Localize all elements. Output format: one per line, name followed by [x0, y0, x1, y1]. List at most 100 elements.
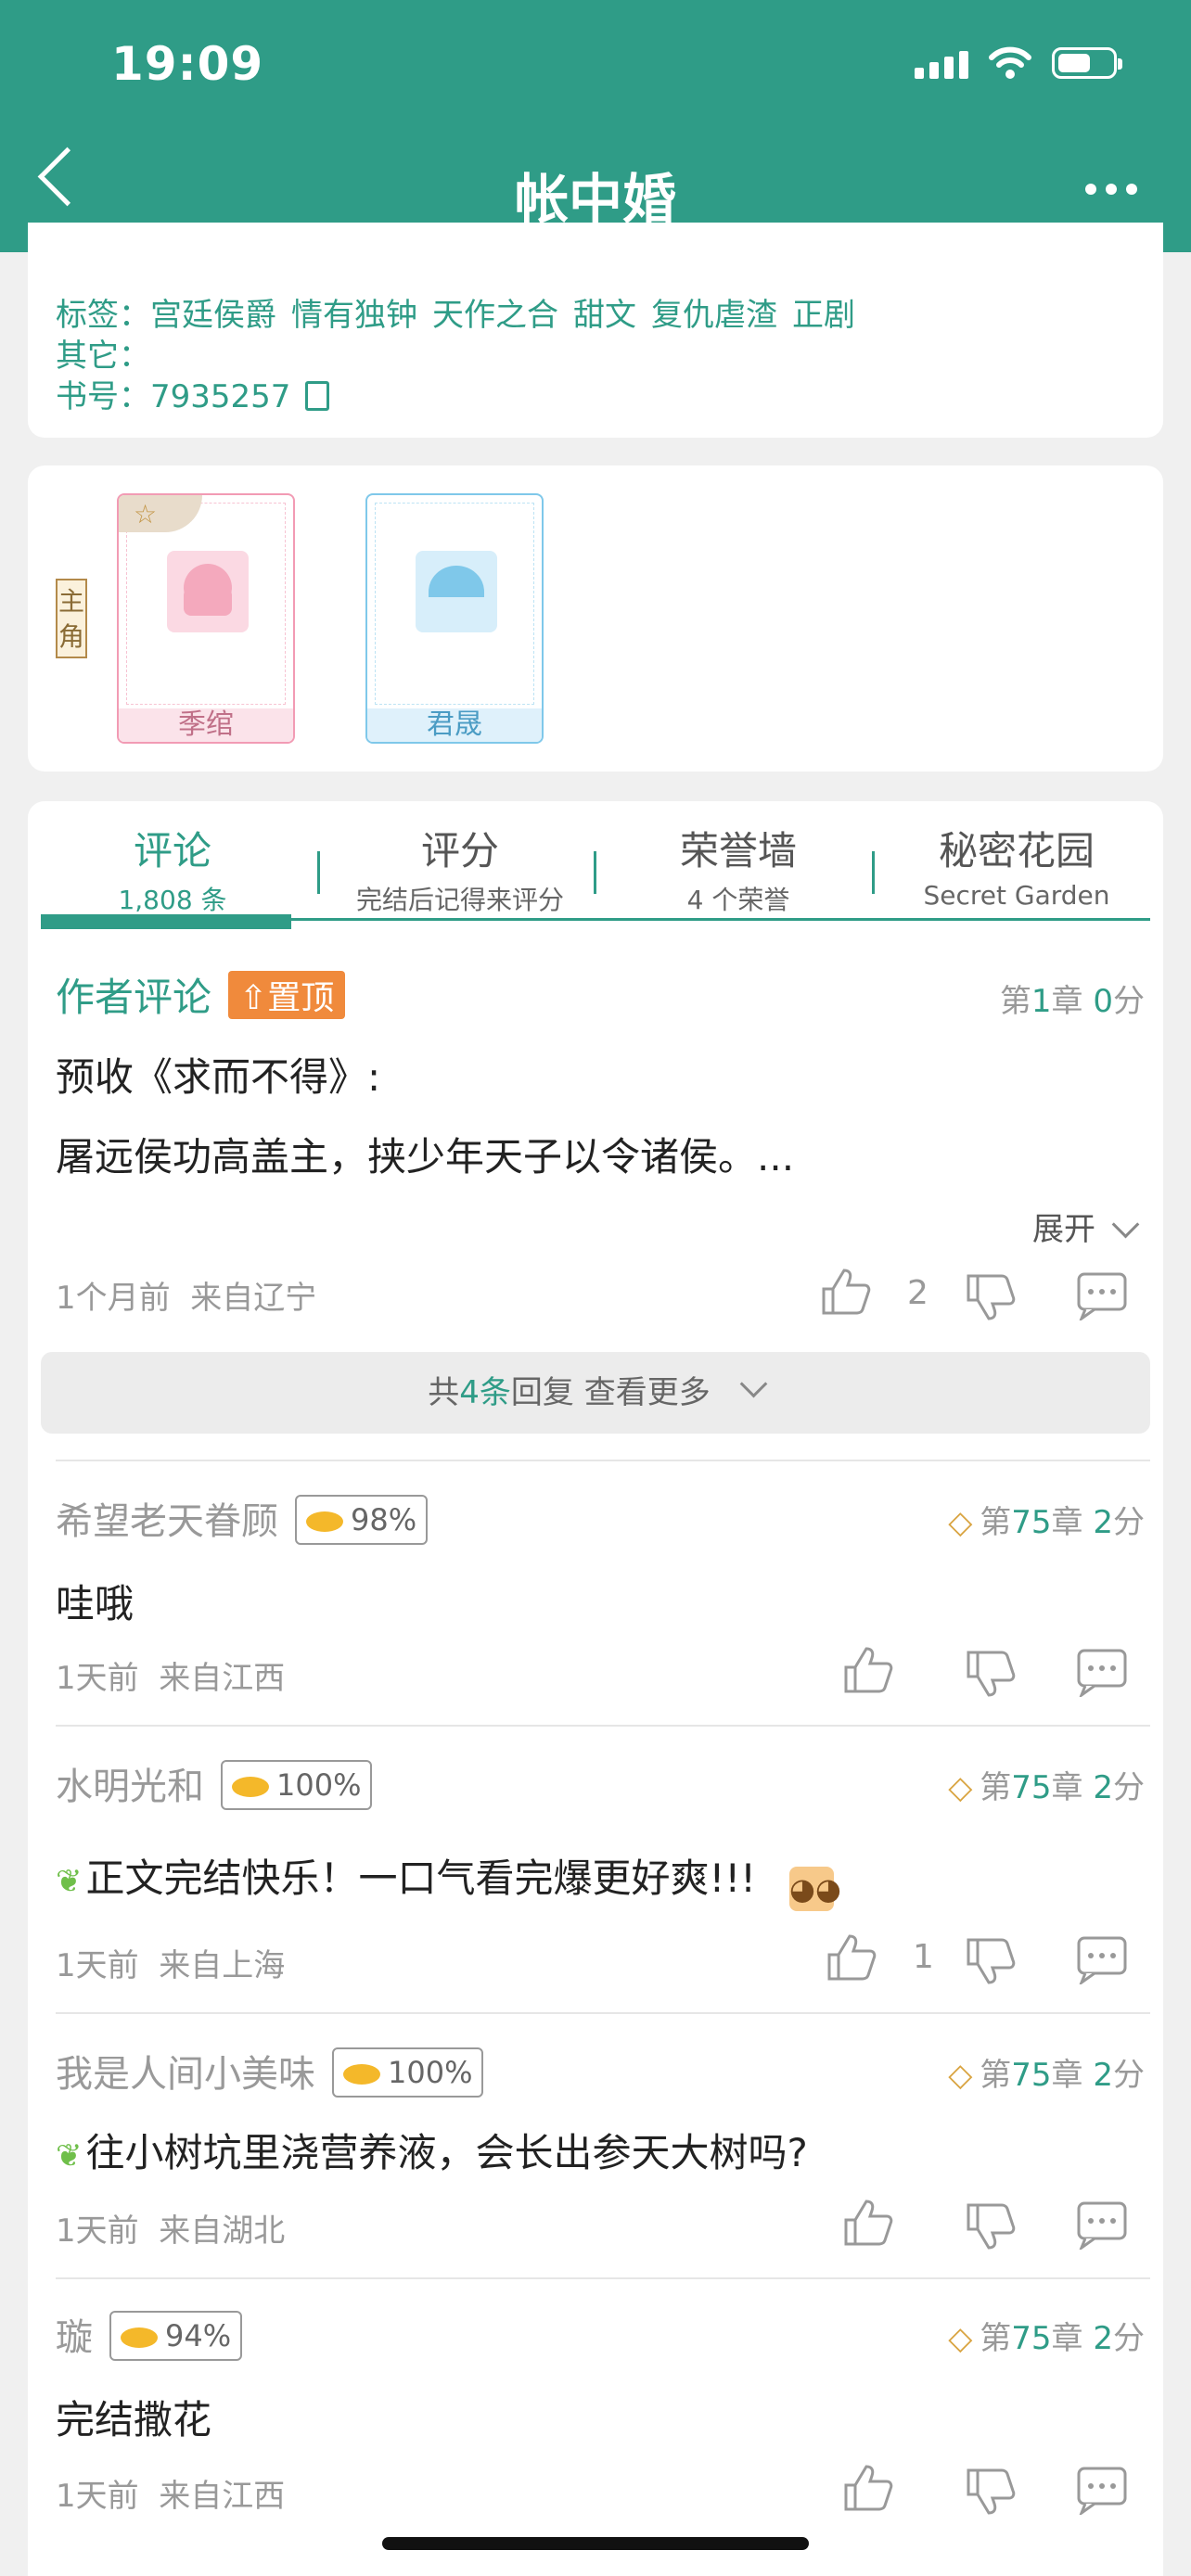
book-number-label: 书号：	[56, 378, 150, 415]
tag-item[interactable]: 正剧	[792, 297, 855, 334]
like-count: 2	[907, 1274, 928, 1312]
chapter-score: ◇ 第75章 2分	[948, 2057, 1145, 2094]
like-count: 1	[913, 1938, 934, 1976]
reply-icon[interactable]	[1076, 1934, 1128, 1984]
chapter-score: ◇ 第75章 2分	[948, 1504, 1145, 1541]
tab-comments[interactable]: 评论 1,808 条	[33, 820, 312, 917]
vip-icon: ◇	[948, 2057, 973, 2094]
sprout-icon: ❦	[56, 2137, 83, 2174]
other-label: 其它：	[56, 338, 150, 375]
reply-icon[interactable]	[1076, 2200, 1128, 2250]
character-name: 季绾	[119, 708, 293, 742]
username[interactable]: 璇	[56, 2316, 93, 2359]
reply-icon[interactable]	[1076, 1647, 1128, 1697]
comment-meta: 1个月前 来自辽宁	[56, 1280, 317, 1317]
star-icon: ☆	[134, 499, 158, 529]
tag-item[interactable]: 甜文	[573, 297, 636, 334]
tab-active-indicator	[41, 914, 291, 929]
comment-text: 哇哦	[56, 1581, 134, 1626]
view-more-replies-button[interactable]: 共4条回复 查看更多	[41, 1352, 1150, 1434]
vip-icon: ◇	[948, 1504, 973, 1541]
emoji-icon: ◕◕	[789, 1867, 841, 1911]
comment-header: 希望老天眷顾 98%	[56, 1491, 429, 1545]
character-card[interactable]: ☆ 季绾	[117, 493, 295, 744]
dislike-icon[interactable]	[965, 1936, 1017, 1986]
comment-text: 完结撒花	[56, 2397, 212, 2442]
gold-badge: 100%	[221, 1760, 373, 1810]
comment-header: 璇 94%	[56, 2307, 243, 2361]
comment-tabs: 评论 1,808 条 评分 完结后记得来评分 荣誉墙 4 个荣誉 秘密花园 Secret…	[41, 810, 1163, 915]
battery-icon	[1052, 47, 1122, 79]
gold-badge: 94%	[109, 2311, 243, 2361]
tags-label: 标签：	[56, 297, 150, 334]
like-icon[interactable]	[826, 1932, 877, 1983]
comment-meta: 1天前 来自江西	[56, 2478, 286, 2515]
author-comment-header: 作者评论 ⇧置顶	[56, 966, 346, 1023]
tags-row: 标签：宫廷侯爵 情有独钟 天作之合 甜文 复仇虐渣 正剧	[56, 289, 870, 335]
comment-text: 屠远侯功高盖主，挟少年天子以令诸侯。...	[56, 1134, 795, 1180]
gold-ingot-icon	[343, 2064, 380, 2085]
chapter-score: 第1章 0分	[999, 983, 1145, 1020]
more-options-button[interactable]	[1085, 184, 1137, 195]
tab-honor-wall[interactable]: 荣誉墙 4 个荣誉	[599, 820, 877, 917]
pinned-badge: ⇧置顶	[228, 971, 346, 1019]
chevron-down-icon	[1111, 1210, 1140, 1239]
cellular-signal-icon	[915, 47, 968, 79]
comment-header: 水明光和 100%	[56, 1756, 373, 1810]
dislike-icon[interactable]	[965, 2201, 1017, 2251]
tag-item[interactable]: 宫廷侯爵	[150, 297, 276, 334]
username[interactable]: 水明光和	[56, 1766, 204, 1808]
tag-item[interactable]: 情有独钟	[291, 297, 417, 334]
chapter-score: ◇ 第75章 2分	[948, 2320, 1145, 2357]
comment-text: 预收《求而不得》:	[56, 1054, 381, 1100]
expand-button[interactable]: 展开	[1032, 1204, 1140, 1249]
like-icon[interactable]	[820, 1267, 872, 1317]
character-name: 君晟	[367, 708, 542, 742]
dislike-icon[interactable]	[965, 2467, 1017, 2517]
comment-meta: 1天前 来自上海	[56, 1947, 286, 1984]
gold-badge: 100%	[332, 2047, 484, 2098]
comments-card: 评论 1,808 条 评分 完结后记得来评分 荣誉墙 4 个荣誉 秘密花园 Secret…	[28, 801, 1163, 2576]
like-icon[interactable]	[842, 2463, 894, 2513]
gold-ingot-icon	[121, 2327, 158, 2348]
role-tag: 主角	[56, 579, 87, 658]
home-indicator	[382, 2537, 809, 2550]
app-header: 19:09 帐中婚	[0, 0, 1191, 252]
reply-icon[interactable]	[1076, 2465, 1128, 2515]
tab-ratings[interactable]: 评分 完结后记得来评分	[321, 820, 599, 917]
book-number-row: 书号：7935257	[56, 371, 330, 416]
vip-icon: ◇	[948, 1769, 973, 1806]
comment-meta: 1天前 来自湖北	[56, 2213, 286, 2250]
reply-icon[interactable]	[1076, 1270, 1128, 1320]
tag-item[interactable]: 复仇虐渣	[651, 297, 777, 334]
comment-text: ❦往小树坑里浇营养液，会长出参天大树吗?	[56, 2130, 808, 2175]
chapter-score: ◇ 第75章 2分	[948, 1769, 1145, 1806]
avatar	[416, 551, 497, 632]
status-time: 19:09	[111, 37, 264, 91]
comment-header: 我是人间小美味 100%	[56, 2044, 484, 2098]
tab-secret-garden[interactable]: 秘密花园 Secret Garden	[877, 820, 1156, 911]
book-number: 7935257	[150, 378, 291, 415]
like-icon[interactable]	[842, 1645, 894, 1695]
comment-text: ❦正文完结快乐！一口气看完爆更好爽!!! ◕◕	[56, 1847, 841, 1911]
characters-card: 主角 ☆ 季绾 君晟	[28, 465, 1163, 772]
gold-ingot-icon	[306, 1511, 343, 1532]
gold-badge: 98%	[295, 1495, 429, 1545]
vip-icon: ◇	[948, 2320, 973, 2357]
comment-meta: 1天前 来自江西	[56, 1660, 286, 1697]
like-icon[interactable]	[842, 2198, 894, 2248]
avatar	[167, 551, 249, 632]
character-card[interactable]: 君晟	[365, 493, 544, 744]
status-icons	[915, 46, 1122, 80]
dislike-icon[interactable]	[965, 1272, 1017, 1322]
book-info-card: 标签：宫廷侯爵 情有独钟 天作之合 甜文 复仇虐渣 正剧 其它： 书号：7935257	[28, 223, 1163, 438]
copy-icon[interactable]	[305, 381, 330, 411]
username[interactable]: 我是人间小美味	[56, 2053, 315, 2096]
wifi-icon	[989, 46, 1031, 79]
double-chevron-down-icon	[739, 1370, 768, 1398]
username[interactable]: 希望老天眷顾	[56, 1500, 278, 1543]
gold-ingot-icon	[232, 1777, 269, 1797]
dislike-icon[interactable]	[965, 1649, 1017, 1699]
other-row: 其它：	[56, 330, 150, 376]
tag-item[interactable]: 天作之合	[432, 297, 558, 334]
